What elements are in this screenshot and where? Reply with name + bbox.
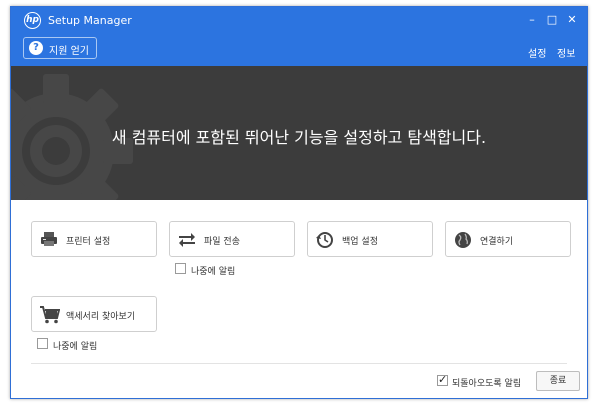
accessories-remind-checkbox[interactable]	[37, 338, 48, 349]
file-transfer-tile[interactable]: 파일 전송	[169, 221, 295, 257]
setup-manager-window: hp Setup Manager – □ ✕ ? 지원 얻기 설정 정보 새 컴…	[10, 6, 588, 399]
backup-setup-label: 백업 설정	[342, 237, 378, 247]
remind-return-checkbox[interactable]	[437, 373, 448, 386]
minimize-button[interactable]: –	[523, 11, 541, 29]
hero-banner: 새 컴퓨터에 포함된 뛰어난 기능을 설정하고 탐색합니다.	[11, 66, 587, 200]
close-window-button[interactable]: ✕	[563, 11, 581, 29]
file-transfer-remind-checkbox[interactable]	[175, 263, 186, 274]
printer-icon	[41, 232, 57, 246]
exit-button[interactable]: 종료	[536, 371, 580, 391]
settings-link[interactable]: 설정	[528, 45, 546, 60]
globe-icon	[455, 232, 471, 248]
transfer-arrows-icon	[179, 233, 195, 247]
connect-tile[interactable]: 연결하기	[445, 221, 571, 257]
info-link[interactable]: 정보	[557, 45, 575, 60]
hero-headline: 새 컴퓨터에 포함된 뛰어난 기능을 설정하고 탐색합니다.	[111, 128, 487, 147]
printer-setup-tile[interactable]: 프린터 설정	[31, 221, 157, 257]
hp-logo-icon: hp	[24, 12, 41, 29]
toolbar	[11, 35, 587, 66]
help-question-icon: ?	[29, 41, 43, 55]
backup-setup-tile[interactable]: 백업 설정	[307, 221, 433, 257]
accessories-label: 액세서리 찾아보기	[66, 312, 136, 322]
accessories-tile[interactable]: 액세서리 찾아보기	[31, 296, 157, 332]
cart-icon	[40, 306, 60, 324]
get-support-label: 지원 얻기	[49, 46, 89, 57]
maximize-button[interactable]: □	[543, 11, 561, 29]
connect-label: 연결하기	[480, 237, 514, 247]
title-bar[interactable]: hp Setup Manager – □ ✕	[11, 7, 587, 35]
accessories-remind-label: 나중에 알림	[53, 342, 98, 352]
get-support-button[interactable]: ? 지원 얻기	[23, 37, 97, 59]
remind-return-label: 되돌아오도록 알림	[452, 379, 522, 389]
file-transfer-remind-label: 나중에 알림	[191, 267, 236, 277]
backup-clock-icon	[316, 232, 333, 248]
footer-divider	[31, 363, 567, 364]
window-title: Setup Manager	[48, 14, 132, 27]
file-transfer-label: 파일 전송	[204, 237, 240, 247]
printer-setup-label: 프린터 설정	[66, 237, 111, 247]
